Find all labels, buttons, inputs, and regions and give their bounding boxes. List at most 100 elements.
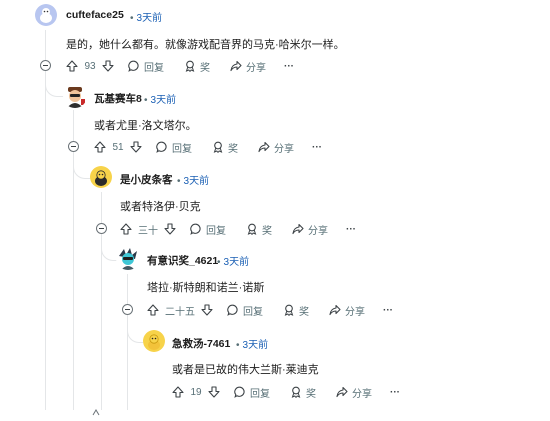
award-icon: [291, 386, 301, 398]
avatar[interactable]: [143, 330, 165, 352]
next-comment-partial: [92, 403, 100, 416]
avatar[interactable]: [116, 246, 140, 270]
comment-meta: • 3天前: [174, 172, 209, 187]
share-button[interactable]: 分享: [230, 59, 266, 74]
upvote-icon: [66, 60, 78, 72]
comment-bubble-icon: [234, 386, 245, 398]
meta-separator: •: [144, 95, 148, 106]
share-icon: [230, 60, 242, 72]
comment-actions: 19 回复 奖 分享 ···: [172, 383, 400, 401]
comment-actions: 93 回复 奖 分享 ···: [66, 57, 294, 75]
share-icon: [336, 386, 348, 398]
award-button[interactable]: 奖: [212, 140, 238, 155]
collapse-thread-button[interactable]: [40, 60, 51, 71]
more-options-button[interactable]: ···: [383, 305, 393, 316]
comment-body: 是的，她什么都有。就像游戏配音界的马克·哈米尔一样。: [66, 39, 345, 51]
share-label: 分享: [246, 62, 266, 74]
share-label: 分享: [274, 143, 294, 155]
share-button[interactable]: 分享: [336, 385, 372, 400]
upvote-icon: [120, 223, 132, 235]
reply-button[interactable]: 回复: [156, 140, 192, 155]
award-label: 奖: [306, 388, 316, 400]
comment-time[interactable]: 3天前: [151, 95, 177, 106]
comment-meta: • 3天前: [233, 336, 268, 351]
avatar[interactable]: [35, 4, 57, 26]
vote-score: 二十五: [165, 306, 195, 318]
comment-meta: • 3天前: [141, 91, 176, 106]
downvote-button[interactable]: [201, 304, 213, 316]
reply-button[interactable]: 回复: [234, 385, 270, 400]
vote-score: 19: [190, 386, 202, 398]
collapse-thread-button[interactable]: [122, 304, 133, 315]
downvote-button[interactable]: [130, 141, 142, 153]
reply-label: 回复: [243, 306, 263, 318]
reply-button[interactable]: 回复: [227, 303, 263, 318]
award-label: 奖: [262, 225, 272, 237]
upvote-button[interactable]: [147, 304, 159, 316]
comment-time[interactable]: 3天前: [243, 340, 269, 351]
award-button[interactable]: 奖: [184, 59, 210, 74]
downvote-icon: [201, 304, 213, 316]
vote-score: 51: [112, 141, 124, 153]
upvote-icon: [94, 141, 106, 153]
award-icon: [213, 141, 223, 153]
award-label: 奖: [200, 62, 210, 74]
upvote-button[interactable]: [120, 223, 132, 235]
comment-time[interactable]: 3天前: [137, 13, 163, 24]
share-label: 分享: [352, 388, 372, 400]
reply-button[interactable]: 回复: [190, 222, 226, 237]
upvote-button[interactable]: [172, 386, 184, 398]
comment-actions: 二十五 回复 奖 分享 ···: [147, 301, 393, 319]
more-options-button[interactable]: ···: [346, 224, 356, 235]
award-label: 奖: [299, 306, 309, 318]
meta-separator: •: [177, 176, 181, 187]
vote-score: 93: [84, 60, 96, 72]
more-options-button[interactable]: ···: [284, 61, 294, 72]
reply-label: 回复: [250, 388, 270, 400]
collapse-thread-button[interactable]: [68, 141, 79, 152]
thread-connector: [101, 235, 117, 261]
comment-bubble-icon: [156, 141, 167, 153]
award-button[interactable]: 奖: [290, 385, 316, 400]
comment-username[interactable]: 是小皮条客: [120, 172, 173, 187]
award-icon: [284, 304, 294, 316]
comment-bubble-icon: [128, 60, 139, 72]
collapse-thread-button[interactable]: [96, 223, 107, 234]
more-options-button[interactable]: ···: [312, 142, 322, 153]
share-label: 分享: [308, 225, 328, 237]
vote-score: 三十: [138, 225, 158, 237]
comment-body: 或者尤里·洛文塔尔。: [94, 120, 197, 132]
award-button[interactable]: 奖: [246, 222, 272, 237]
reply-button[interactable]: 回复: [128, 59, 164, 74]
comment-time[interactable]: 3天前: [224, 257, 250, 268]
award-icon: [185, 60, 195, 72]
share-icon: [258, 141, 270, 153]
downvote-button[interactable]: [208, 386, 220, 398]
comment-time[interactable]: 3天前: [184, 176, 210, 187]
more-options-button[interactable]: ···: [390, 387, 400, 398]
downvote-button[interactable]: [164, 223, 176, 235]
reply-label: 回复: [206, 225, 226, 237]
share-button[interactable]: 分享: [329, 303, 365, 318]
comment-meta: • 3天前: [214, 253, 249, 268]
comment-username[interactable]: 急救汤-7461: [172, 336, 230, 351]
comment-meta: • 3天前: [127, 9, 162, 24]
avatar[interactable]: [90, 166, 112, 188]
downvote-button[interactable]: [102, 60, 114, 72]
comment-body: 或者是已故的伟大兰斯·莱迪克: [172, 364, 319, 376]
upvote-button[interactable]: [94, 141, 106, 153]
share-button[interactable]: 分享: [258, 140, 294, 155]
comment-body: 塔拉·斯特朗和诺兰·诺斯: [147, 282, 265, 294]
avatar[interactable]: [63, 84, 87, 108]
award-button[interactable]: 奖: [283, 303, 309, 318]
comment-username[interactable]: 瓦基赛车8: [94, 91, 142, 106]
downvote-icon: [164, 223, 176, 235]
award-label: 奖: [228, 143, 238, 155]
comment-actions: 51 回复 奖 分享 ···: [94, 138, 322, 156]
comment-username[interactable]: cufteface25: [66, 9, 124, 21]
upvote-button[interactable]: [66, 60, 78, 72]
share-icon: [292, 223, 304, 235]
share-button[interactable]: 分享: [292, 222, 328, 237]
downvote-icon: [208, 386, 220, 398]
comment-username[interactable]: 有意识奖_4621: [147, 253, 218, 268]
